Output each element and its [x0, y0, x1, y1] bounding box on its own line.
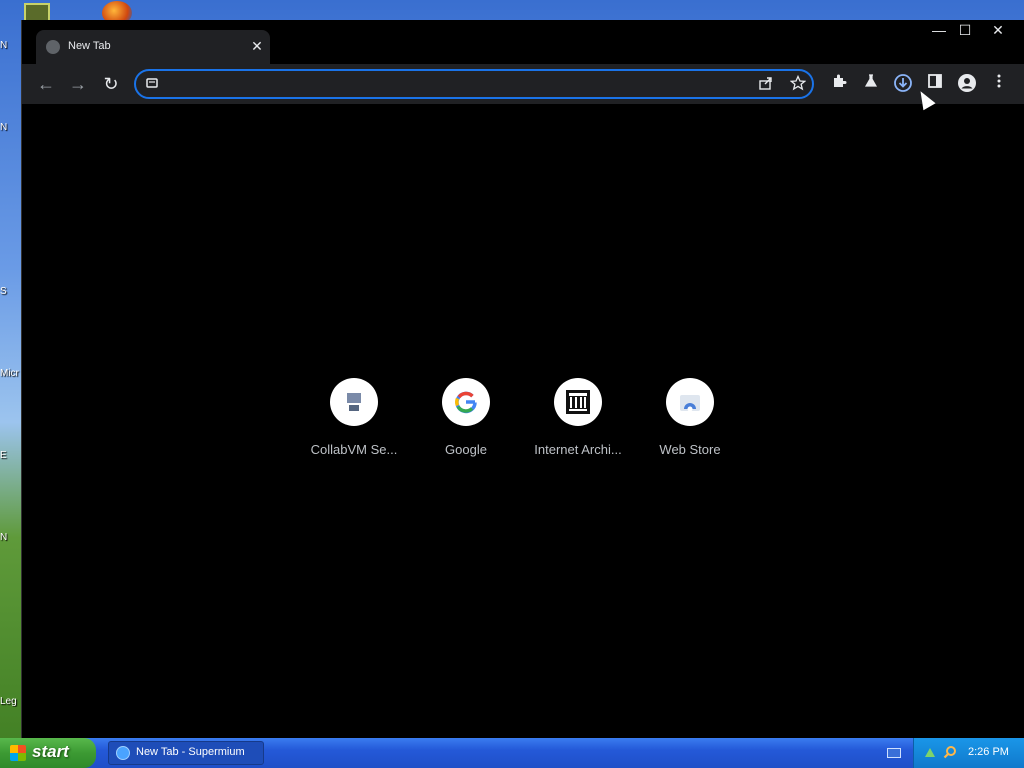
download-icon[interactable] [892, 73, 914, 95]
desktop-label: E [0, 450, 7, 461]
address-bar[interactable] [134, 69, 814, 99]
taskbar-item-label: New Tab - Supermium [136, 746, 245, 758]
browser-toolbar: ← → ↻ [22, 64, 1024, 104]
taskbar: start New Tab - Supermium 2:26 PM [0, 738, 1024, 768]
tab-title: New Tab [68, 40, 111, 52]
start-label: start [32, 742, 69, 761]
tab-new-tab[interactable]: New Tab ✕ [36, 30, 270, 64]
internet-archive-icon [554, 378, 602, 426]
site-info-icon[interactable] [142, 75, 162, 95]
desktop-label: N [0, 40, 8, 51]
network-icon[interactable] [922, 745, 938, 761]
shortcut-web-store[interactable]: Web Store [634, 378, 746, 457]
shortcut-label: Google [445, 442, 487, 457]
system-tray: 2:26 PM [913, 738, 1024, 768]
browser-window: New Tab ✕ — ☐ ✕ ← → ↻ CollabVM Se... Goo… [21, 20, 1024, 738]
keyboard-icon[interactable] [887, 748, 901, 758]
windows-logo-icon [10, 745, 26, 761]
desktop-label: S [0, 286, 7, 297]
shortcut-internet-archive[interactable]: Internet Archi... [522, 378, 634, 457]
labs-icon[interactable] [860, 73, 882, 95]
forward-button[interactable]: → [65, 71, 91, 97]
shortcut-label: CollabVM Se... [310, 442, 398, 457]
browser-titlebar[interactable]: New Tab ✕ — ☐ ✕ [22, 20, 1024, 64]
clock: 2:26 PM [968, 746, 1009, 758]
search-icon[interactable] [942, 745, 958, 761]
browser-icon [116, 746, 130, 760]
desktop-label: N [0, 532, 8, 543]
profile-icon[interactable] [956, 73, 978, 95]
desktop-label: N [0, 122, 8, 133]
web-store-icon [666, 378, 714, 426]
shortcut-google[interactable]: Google [410, 378, 522, 457]
desktop-label: Micr St [0, 368, 22, 379]
start-button[interactable]: start [0, 738, 96, 768]
shortcut-label: Internet Archi... [534, 442, 622, 457]
close-window-button[interactable]: ✕ [983, 20, 1013, 40]
extensions-icon[interactable] [828, 73, 850, 95]
google-icon [442, 378, 490, 426]
tab-close-icon[interactable]: ✕ [248, 37, 266, 55]
new-tab-page: CollabVM Se... Google Internet Archi... [22, 104, 1024, 738]
globe-icon [46, 40, 60, 54]
reload-button[interactable]: ↻ [98, 71, 124, 97]
menu-icon[interactable] [988, 73, 1010, 95]
shortcut-collabvm[interactable]: CollabVM Se... [298, 378, 410, 457]
star-icon[interactable] [788, 74, 808, 95]
share-icon[interactable] [756, 75, 776, 95]
taskbar-item-supermium[interactable]: New Tab - Supermium [108, 741, 264, 765]
collabvm-icon [330, 378, 378, 426]
shortcut-label: Web Store [659, 442, 721, 457]
maximize-button[interactable]: ☐ [950, 20, 980, 40]
back-button[interactable]: ← [33, 71, 59, 97]
address-input[interactable] [166, 75, 750, 95]
desktop-label: Leg [0, 696, 17, 707]
